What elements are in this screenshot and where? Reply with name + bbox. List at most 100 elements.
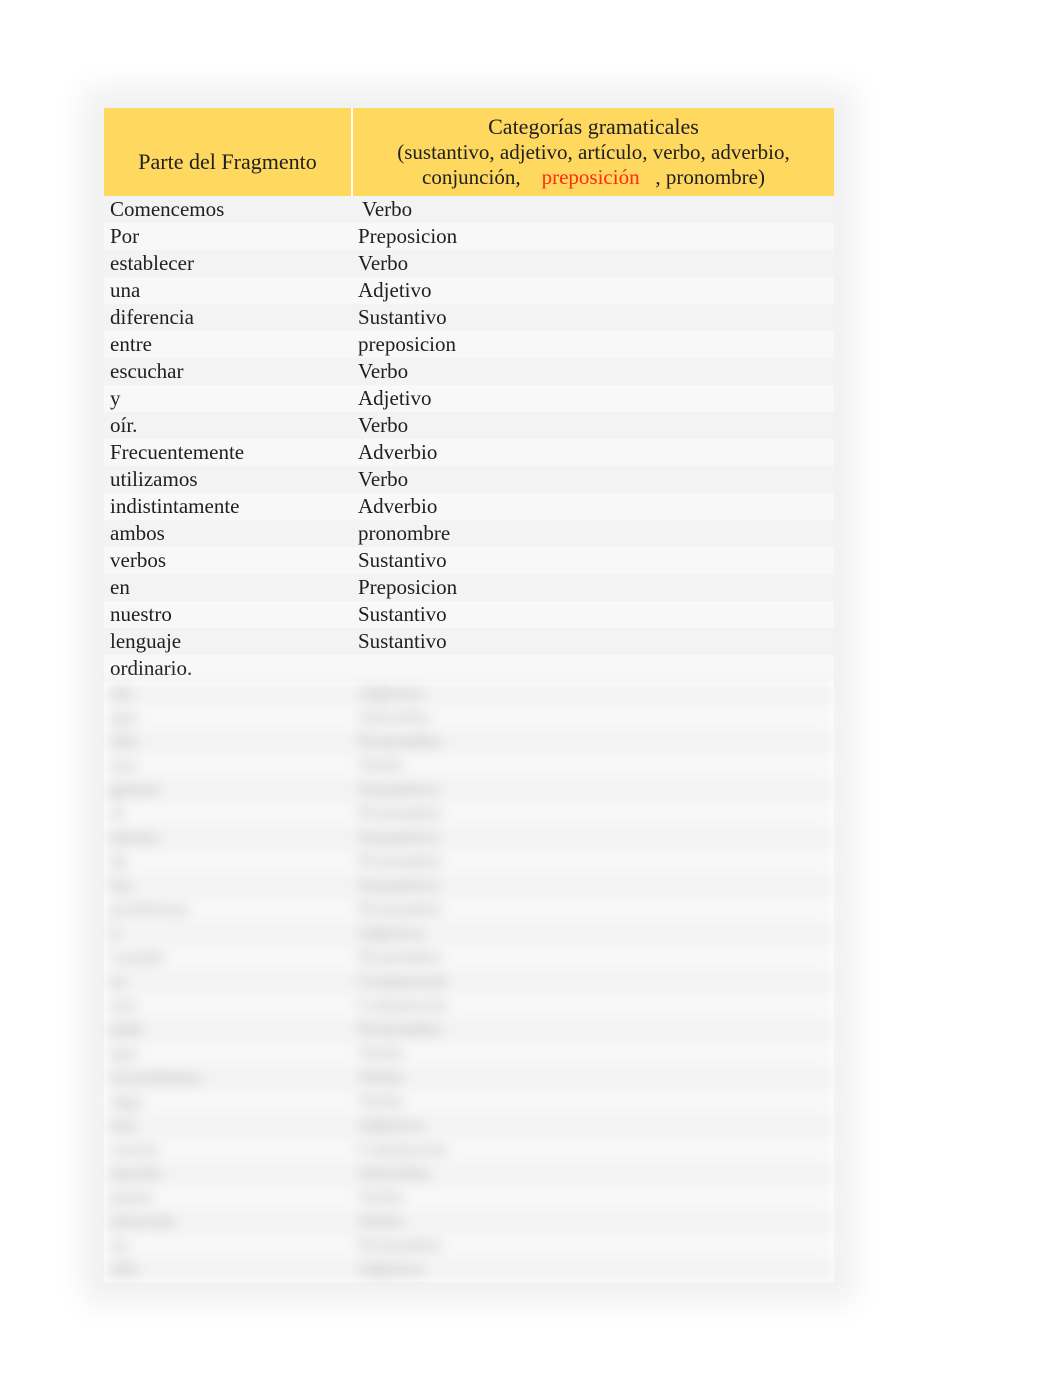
category-cell: Pronombre: [352, 898, 834, 922]
fragment-cell: sin: [104, 682, 352, 706]
table-row: oír.Verbo: [104, 412, 834, 439]
table-row: muchoAdverbio: [104, 1162, 834, 1186]
fragment-cell: y: [104, 922, 352, 946]
table-row: problemasPronombre: [104, 898, 834, 922]
fragment-cell: indistintamente: [104, 493, 352, 520]
fragment-cell: pide: [104, 1018, 352, 1042]
category-cell: preposicion: [352, 331, 834, 358]
fragment-cell: ordinario.: [104, 655, 352, 682]
table-row: atenciónVerbo: [104, 1210, 834, 1234]
table-row: diferenciaSustantivo: [104, 304, 834, 331]
category-cell: Pronombre: [352, 730, 834, 754]
fragment-cell: el: [104, 802, 352, 826]
fragment-cell: los: [104, 874, 352, 898]
header-category-sub1: (sustantivo, adjetivo, artículo, verbo, …: [357, 140, 830, 165]
fragment-cell: que: [104, 706, 352, 730]
table-row: menorSustantivo: [104, 826, 834, 850]
table-row: dePronombre: [104, 850, 834, 874]
fragment-cell: diferencia: [104, 304, 352, 331]
category-cell: Verbo: [352, 196, 834, 223]
category-cell: Sustantivo: [352, 778, 834, 802]
table-body-clear: ComencemosVerboPorPreposicionestablecerV…: [104, 196, 834, 682]
table-row: pidePronombre: [104, 1018, 834, 1042]
table-row: nosAdjetivo: [104, 1114, 834, 1138]
fragment-cell: establecer: [104, 250, 352, 277]
table-row: queAdverbio: [104, 706, 834, 730]
table-row: yAdjetivo: [104, 385, 834, 412]
fragment-cell: cuando: [104, 946, 352, 970]
category-cell: Verbo: [352, 250, 834, 277]
fragment-cell: en: [104, 1234, 352, 1258]
table-row: elloPronombre: [104, 730, 834, 754]
fragment-cell: mucho: [104, 1162, 352, 1186]
category-cell: Adjetivo: [352, 682, 834, 706]
fragment-cell: ello: [104, 730, 352, 754]
table-row: utilizamosVerbo: [104, 466, 834, 493]
header-category: Categorías gramaticales (sustantivo, adj…: [352, 108, 834, 196]
category-cell: Sustantivo: [352, 304, 834, 331]
table-row: lenguajeSustantivo: [104, 628, 834, 655]
category-cell: Verbo: [352, 412, 834, 439]
category-cell: pronombre: [352, 520, 834, 547]
table-row: indistintamenteAdverbio: [104, 493, 834, 520]
category-cell: Pronombre: [352, 802, 834, 826]
table-row: elloAdjetivo: [104, 1258, 834, 1282]
fragment-cell: y: [104, 385, 352, 412]
fragment-cell: menor: [104, 826, 352, 850]
table-header-row: Parte del Fragmento Categorías gramatica…: [104, 108, 834, 196]
fragment-cell: genere: [104, 778, 352, 802]
table-row: enPronombre: [104, 1234, 834, 1258]
table-row: PorPreposicion: [104, 223, 834, 250]
table-row: unaAdjetivo: [104, 277, 834, 304]
category-cell: Verbo: [352, 466, 834, 493]
fragment-cell: escuchar: [104, 358, 352, 385]
header-sub-post: , pronombre): [655, 165, 765, 189]
category-cell: Preposicion: [352, 223, 834, 250]
table-row: yAdjetivo: [104, 922, 834, 946]
category-cell: Sustantivo: [352, 628, 834, 655]
table-row: enPreposicion: [104, 574, 834, 601]
category-cell: Pronombre: [352, 1018, 834, 1042]
grammar-table: Parte del Fragmento Categorías gramatica…: [104, 108, 834, 1282]
fragment-cell: que: [104, 1042, 352, 1066]
grammar-table-card: Parte del Fragmento Categorías gramatica…: [104, 108, 834, 1282]
fragment-cell: lenguaje: [104, 628, 352, 655]
category-cell: [352, 655, 834, 682]
table-row: verbosSustantivo: [104, 547, 834, 574]
table-row: nosConjuncion: [104, 994, 834, 1018]
fragment-cell: Comencemos: [104, 196, 352, 223]
table-row: genereSustantivo: [104, 778, 834, 802]
header-category-title: Categorías gramaticales: [357, 114, 830, 140]
table-row: ComencemosVerbo: [104, 196, 834, 223]
header-category-sub2: conjunción, preposición , pronombre): [357, 165, 830, 190]
category-cell: Adjetivo: [352, 385, 834, 412]
fragment-cell: cuesta: [104, 1138, 352, 1162]
fragment-cell: escuchemos: [104, 1066, 352, 1090]
fragment-cell: nos: [104, 1114, 352, 1138]
fragment-cell: algo: [104, 1090, 352, 1114]
category-cell: Pronombre: [352, 850, 834, 874]
table-row: entrepreposicion: [104, 331, 834, 358]
category-cell: Adverbio: [352, 1162, 834, 1186]
category-cell: Conjuncion: [352, 1138, 834, 1162]
category-cell: Pronombre: [352, 946, 834, 970]
category-cell: Adverbio: [352, 493, 834, 520]
category-cell: Sustantivo: [352, 601, 834, 628]
fragment-cell: utilizamos: [104, 466, 352, 493]
category-cell: Verbo: [352, 358, 834, 385]
table-row: escuchemosVerbo: [104, 1066, 834, 1090]
category-cell: Adjetivo: [352, 277, 834, 304]
category-cell: Adverbio: [352, 439, 834, 466]
category-cell: Adjetivo: [352, 1258, 834, 1282]
table-row: cuestaConjuncion: [104, 1138, 834, 1162]
fragment-cell: oír.: [104, 412, 352, 439]
fragment-cell: se: [104, 970, 352, 994]
fragment-cell: ello: [104, 1258, 352, 1282]
fragment-cell: entre: [104, 331, 352, 358]
fragment-cell: nuestro: [104, 601, 352, 628]
table-row: nuestroSustantivo: [104, 601, 834, 628]
table-row: sinAdjetivo: [104, 682, 834, 706]
table-row: nosVerbo: [104, 754, 834, 778]
category-cell: Pronombre: [352, 1234, 834, 1258]
fragment-cell: atención: [104, 1210, 352, 1234]
